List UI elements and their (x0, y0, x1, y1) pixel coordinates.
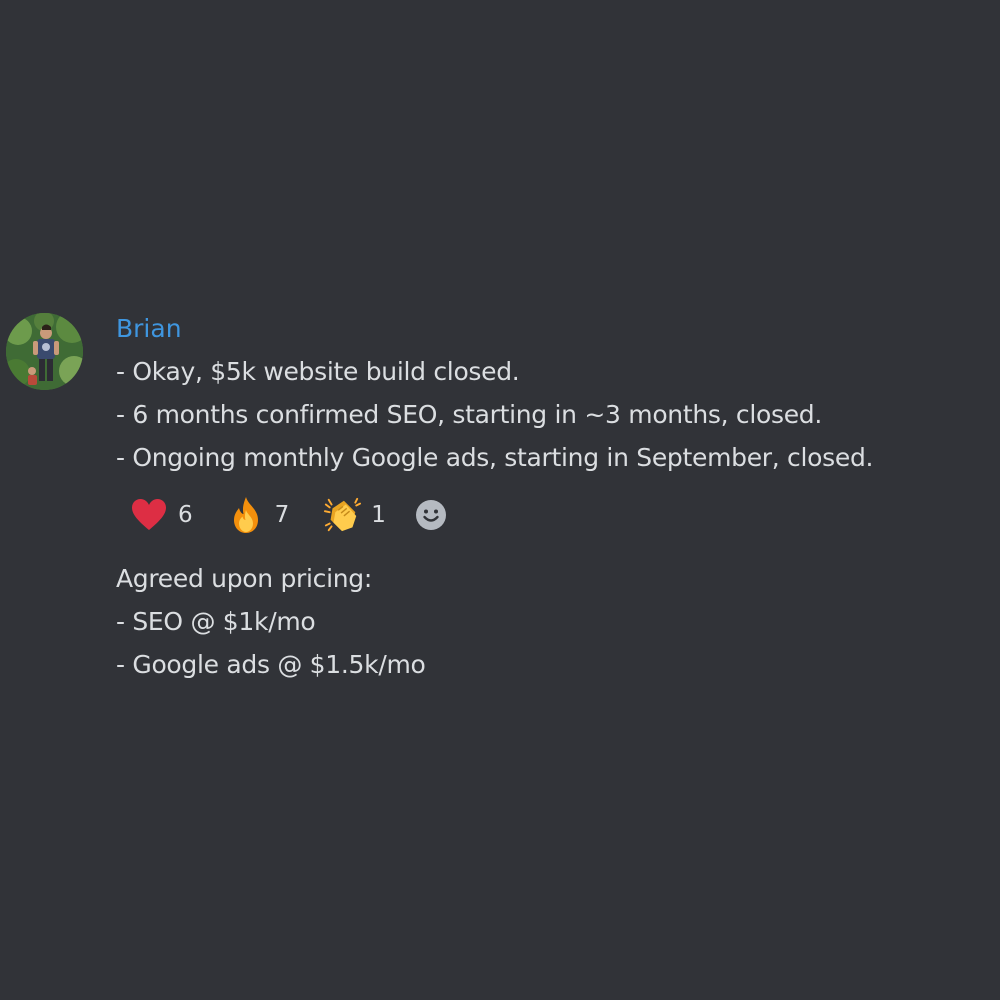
avatar[interactable] (6, 313, 83, 390)
heart-icon (130, 496, 168, 534)
reaction-heart[interactable]: 6 (130, 496, 193, 534)
message-line: - Okay, $5k website build closed. (116, 357, 520, 386)
pricing-block: Agreed upon pricing: - SEO @ $1k/mo - Go… (116, 557, 976, 686)
message-content: Brian - Okay, $5k website build closed. … (116, 310, 976, 686)
clap-icon (323, 496, 362, 534)
add-reaction-button[interactable] (414, 498, 448, 532)
author-name[interactable]: Brian (116, 310, 976, 350)
message-line: - SEO @ $1k/mo (116, 607, 316, 636)
fire-icon (227, 496, 265, 534)
message-line: Agreed upon pricing: (116, 564, 372, 593)
avatar-photo (6, 313, 83, 390)
smiley-icon (415, 500, 446, 530)
reaction-count: 1 (371, 502, 386, 528)
reaction-count: 7 (274, 502, 290, 528)
reaction-count: 6 (178, 502, 193, 528)
reaction-fire[interactable]: 7 (227, 496, 290, 534)
message-line: - Ongoing monthly Google ads, starting i… (116, 443, 874, 472)
reaction-clap[interactable]: 1 (323, 496, 386, 534)
message-line: - 6 months confirmed SEO, starting in ~3… (116, 400, 823, 429)
message-line: - Google ads @ $1.5k/mo (116, 650, 426, 679)
reactions-bar: 6 7 1 (130, 495, 976, 535)
